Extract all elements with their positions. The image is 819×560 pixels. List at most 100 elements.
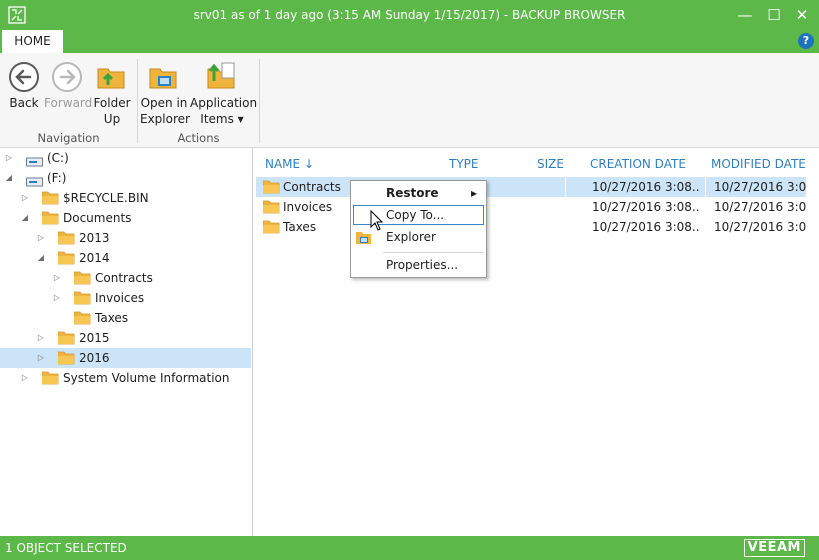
- folder-icon: [73, 271, 91, 285]
- drive-icon: [26, 173, 43, 187]
- collapsed-arrow-icon[interactable]: ▷: [36, 348, 46, 368]
- expanded-arrow-icon[interactable]: ◢: [36, 248, 46, 268]
- application-items-button[interactable]: Application Items ▾: [190, 61, 257, 127]
- status-text: 1 OBJECT SELECTED: [5, 541, 127, 555]
- forward-arrow-icon: [52, 62, 82, 92]
- menu-separator: [383, 252, 484, 253]
- tree-node[interactable]: ▷ (C:): [0, 148, 251, 168]
- folder-icon: [262, 220, 280, 234]
- tree-node-label: $RECYCLE.BIN: [63, 191, 149, 205]
- folder-icon: [41, 371, 59, 385]
- tree-node-label: System Volume Information: [63, 371, 230, 385]
- back-arrow-icon: [9, 62, 39, 92]
- table-row[interactable]: Contracts 10/27/2016 3:08... 10/27/2016 3:…: [256, 177, 806, 197]
- mouse-cursor-icon: [370, 210, 384, 231]
- tree-node[interactable]: ◢ (F:): [0, 168, 251, 188]
- expanded-arrow-icon[interactable]: ◢: [4, 168, 14, 188]
- tree-node[interactable]: ▷ 2015: [0, 328, 251, 348]
- row-modified-date: 10/27/2016 3:09...: [714, 180, 806, 194]
- collapsed-arrow-icon[interactable]: ▷: [4, 148, 14, 168]
- minimize-button[interactable]: —: [732, 5, 758, 25]
- collapsed-arrow-icon[interactable]: ▷: [36, 228, 46, 248]
- tree-node[interactable]: ▷ $RECYCLE.BIN: [0, 188, 251, 208]
- open-in-label-2: Explorer: [140, 112, 190, 126]
- tab-home[interactable]: HOME: [2, 30, 63, 54]
- ribbon-separator: [259, 59, 260, 143]
- tree-node-label: Taxes: [95, 311, 129, 325]
- tree-node-label: (C:): [47, 151, 69, 165]
- close-button[interactable]: ✕: [789, 5, 815, 25]
- row-creation-date: 10/27/2016 3:08...: [592, 200, 700, 214]
- forward-button[interactable]: Forward: [44, 61, 92, 111]
- collapsed-arrow-icon[interactable]: ▷: [52, 268, 62, 288]
- open-in-label-1: Open in: [140, 96, 188, 110]
- folder-up-label-2: Up: [103, 112, 121, 126]
- row-modified-date: 10/27/2016 3:09...: [714, 200, 806, 214]
- column-name-label: NAME: [265, 157, 301, 171]
- row-creation-date: 10/27/2016 3:08...: [592, 180, 700, 194]
- column-header-name[interactable]: NAME ↓: [265, 157, 314, 171]
- menu-item-properties[interactable]: Properties...: [353, 255, 484, 275]
- folder-icon: [41, 191, 59, 205]
- actions-group-label: Actions: [177, 131, 220, 145]
- back-label: Back: [9, 96, 39, 110]
- folder-icon: [57, 351, 75, 365]
- collapsed-arrow-icon[interactable]: ▷: [52, 288, 62, 308]
- tree-node-label: (F:): [47, 171, 67, 185]
- navigation-group-label: Navigation: [37, 131, 100, 145]
- tree-node[interactable]: ▷ 2013: [0, 228, 251, 248]
- tree-node-label: 2014: [79, 251, 110, 265]
- ribbon: Back Forward Folder Up Navigation Open i…: [0, 53, 819, 148]
- expanded-arrow-icon[interactable]: ◢: [20, 208, 30, 228]
- folder-icon: [262, 180, 280, 194]
- collapsed-arrow-icon[interactable]: ▷: [20, 368, 30, 388]
- explorer-label: Explorer: [386, 230, 436, 244]
- table-row[interactable]: Invoices 10/27/2016 3:08... 10/27/2016 3:0…: [256, 197, 806, 217]
- row-creation-date: 10/27/2016 3:08...: [592, 220, 700, 234]
- title-bar: srv01 as of 1 day ago (3:15 AM Sunday 1/…: [0, 0, 819, 30]
- column-header-type[interactable]: TYPE: [449, 157, 478, 171]
- collapsed-arrow-icon[interactable]: ▷: [20, 188, 30, 208]
- open-in-explorer-button[interactable]: Open in Explorer: [140, 61, 190, 127]
- status-bar: 1 OBJECT SELECTED VEEAM: [0, 536, 819, 560]
- properties-label: Properties...: [386, 258, 459, 272]
- menu-item-restore[interactable]: Restore ▸: [353, 183, 484, 203]
- folder-icon: [73, 311, 91, 325]
- submenu-arrow-icon: ▸: [471, 186, 478, 200]
- tree-node-label: 2013: [79, 231, 110, 245]
- folder-up-button[interactable]: Folder Up: [92, 61, 132, 127]
- column-header-size[interactable]: SIZE: [537, 157, 564, 171]
- tree-node[interactable]: Taxes: [0, 308, 251, 328]
- tree-node[interactable]: ◢ Documents: [0, 208, 251, 228]
- copy-to-label: Copy To...: [386, 208, 445, 222]
- collapsed-arrow-icon[interactable]: ▷: [36, 328, 46, 348]
- folder-icon: [57, 331, 75, 345]
- restore-label: Restore: [386, 186, 439, 200]
- tree-node[interactable]: ▷ Invoices: [0, 288, 251, 308]
- tree-node[interactable]: ▷ Contracts: [0, 268, 251, 288]
- tree-node-label: Contracts: [95, 271, 153, 285]
- table-row[interactable]: Taxes10/27/2016 3:08...10/27/2016 3:09..…: [256, 217, 806, 237]
- column-header-creation-date[interactable]: CREATION DATE: [590, 157, 686, 171]
- column-header-modified-date[interactable]: MODIFIED DATE: [711, 157, 806, 171]
- row-modified-date: 10/27/2016 3:09...: [714, 220, 806, 234]
- tree-node-label: 2015: [79, 331, 110, 345]
- help-icon[interactable]: ?: [798, 33, 814, 49]
- folder-icon: [57, 251, 75, 265]
- tree-node[interactable]: ◢ 2014: [0, 248, 251, 268]
- folder-icon: [41, 211, 59, 225]
- back-button[interactable]: Back: [6, 61, 42, 111]
- application-items-icon: [207, 62, 235, 89]
- folder-icon: [57, 231, 75, 245]
- maximize-button[interactable]: ☐: [761, 5, 787, 25]
- drive-icon: [26, 153, 43, 167]
- tree-node[interactable]: ▷ System Volume Information: [0, 368, 251, 388]
- folder-up-icon: [97, 68, 125, 89]
- tree-node[interactable]: ▷ 2016: [0, 348, 251, 368]
- veeam-logo: VEEAM: [743, 539, 805, 557]
- tree-node-label: Documents: [63, 211, 132, 225]
- tree-node-label: 2016: [79, 351, 110, 365]
- folder-icon: [262, 200, 280, 214]
- app-items-label-2: Items ▾: [200, 112, 244, 126]
- folder-tree: ▷ (C:) ◢ (F:) ▷ $RECYCLE.BIN ◢ Documents ▷ 2013 ◢ 2…: [0, 148, 253, 536]
